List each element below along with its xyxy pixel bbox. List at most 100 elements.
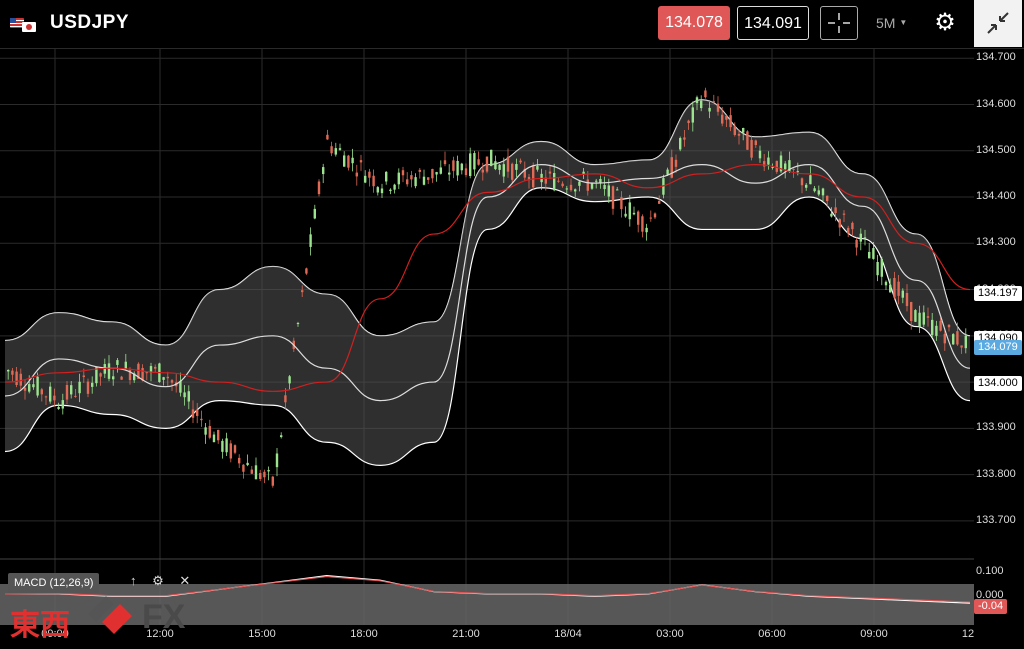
candle-body xyxy=(830,213,833,217)
candle-body xyxy=(754,140,757,145)
candle-body xyxy=(166,376,169,379)
candle-body xyxy=(397,172,400,185)
collapse-button[interactable] xyxy=(974,0,1022,47)
candle-body xyxy=(809,175,812,185)
candle-body xyxy=(393,184,396,190)
candle-body xyxy=(775,160,778,172)
candle-body xyxy=(225,438,228,453)
candle-body xyxy=(364,175,367,183)
candle-body xyxy=(439,167,442,174)
candle-body xyxy=(414,177,417,187)
candle-body xyxy=(481,169,484,173)
candle-body xyxy=(385,171,388,182)
candle-body xyxy=(120,376,123,380)
candle-body xyxy=(301,290,304,293)
candle-body xyxy=(691,107,694,123)
time-tick-label: 09:00 xyxy=(860,628,888,640)
timeframe-label: 5M xyxy=(876,15,896,31)
candle-body xyxy=(952,334,955,345)
chevron-down-icon: ▼ xyxy=(899,18,908,27)
arrow-up-icon[interactable]: ↑ xyxy=(130,573,137,588)
candle-body xyxy=(284,395,287,403)
candle-body xyxy=(191,409,195,418)
price-tick-label: 133.800 xyxy=(976,467,1016,480)
candle-body xyxy=(410,175,413,180)
ask-price-button[interactable]: 134.091 xyxy=(737,6,809,40)
close-icon[interactable]: ✕ xyxy=(179,573,190,588)
candle-body xyxy=(872,248,875,259)
candle-body xyxy=(926,316,930,318)
candle-body xyxy=(880,258,883,277)
candle-body xyxy=(200,418,203,421)
candle-body xyxy=(187,391,190,402)
candle-body xyxy=(23,387,27,391)
price-tick-label: 134.300 xyxy=(976,236,1016,249)
candle-body xyxy=(721,114,724,124)
collapse-icon xyxy=(987,12,1009,34)
candle-body xyxy=(82,375,85,378)
candle-body xyxy=(275,453,279,468)
candle-body xyxy=(519,160,522,163)
candle-body xyxy=(914,310,917,322)
candle-body xyxy=(141,367,144,381)
candle-body xyxy=(355,172,358,177)
candle-body xyxy=(578,181,581,186)
price-chart[interactable] xyxy=(0,49,974,649)
candle-body xyxy=(574,189,577,192)
symbol-title[interactable]: USDJPY xyxy=(50,12,129,34)
candle-body xyxy=(960,345,963,348)
candle-body xyxy=(649,217,652,219)
candle-body xyxy=(868,251,871,259)
candle-body xyxy=(334,148,337,155)
candle-body xyxy=(477,159,480,165)
candle-body xyxy=(805,184,808,188)
candle-body xyxy=(645,227,648,233)
time-tick-label: 12 xyxy=(961,628,975,640)
candle-body xyxy=(250,469,253,474)
candle-body xyxy=(246,462,249,466)
candle-body xyxy=(943,333,946,344)
candle-body xyxy=(737,133,741,136)
candle-body xyxy=(107,363,111,379)
candle-body xyxy=(532,165,535,188)
candle-body xyxy=(700,100,703,109)
candle-body xyxy=(44,396,48,398)
candle-body xyxy=(553,173,556,191)
time-tick-label: 21:00 xyxy=(452,628,480,640)
time-tick-label: 06:00 xyxy=(758,628,786,640)
candle-body xyxy=(78,381,81,394)
settings-icon[interactable]: ⚙ xyxy=(152,573,164,588)
candle-body xyxy=(884,281,888,286)
price-tick-label: 134.700 xyxy=(976,51,1016,64)
crosshair-button[interactable] xyxy=(820,6,858,40)
candle-body xyxy=(91,382,94,387)
candle-body xyxy=(456,160,459,176)
candle-body xyxy=(569,184,573,191)
candle-body xyxy=(683,137,686,140)
macd-controls: ↑ ⚙ ✕ xyxy=(130,573,202,589)
candle-body xyxy=(53,395,56,401)
candle-body xyxy=(716,103,720,112)
candle-body xyxy=(616,189,619,191)
candle-body xyxy=(599,178,602,183)
candle-body xyxy=(267,470,270,472)
candle-body xyxy=(901,290,904,298)
time-tick-label: 18:00 xyxy=(350,628,378,640)
candle-body xyxy=(708,107,711,112)
timeframe-dropdown[interactable]: 5M ▼ xyxy=(876,6,907,40)
candle-body xyxy=(359,160,363,163)
candle-body xyxy=(485,156,489,172)
candle-body xyxy=(821,188,825,196)
candle-body xyxy=(11,370,14,375)
bid-price-button[interactable]: 134.078 xyxy=(658,6,730,40)
candle-body xyxy=(628,202,631,220)
settings-button[interactable]: ⚙ xyxy=(930,6,960,40)
candle-body xyxy=(280,435,283,438)
candle-body xyxy=(376,187,379,193)
candle-body xyxy=(271,476,274,486)
candle-body xyxy=(607,185,610,197)
candle-body xyxy=(288,376,291,384)
brand-logo-icon xyxy=(88,596,132,634)
candle-body xyxy=(515,164,518,170)
candle-body xyxy=(750,139,753,158)
